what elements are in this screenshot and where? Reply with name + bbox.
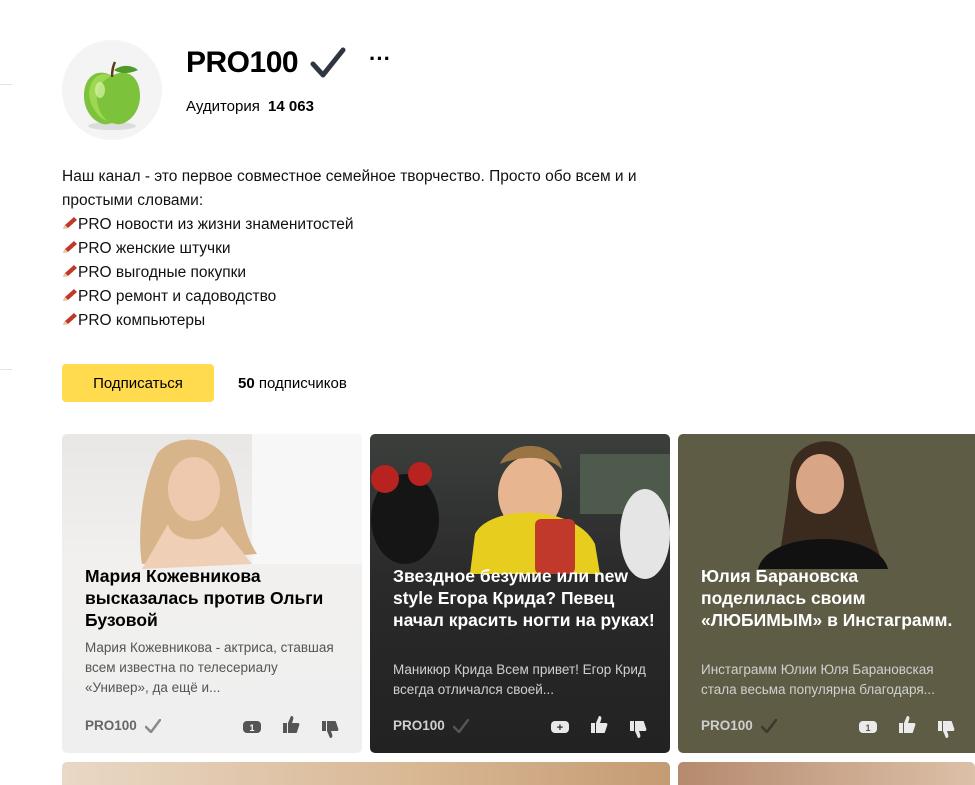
card-source[interactable]: PRO100 — [701, 718, 753, 733]
comments-count: 1 — [249, 723, 254, 733]
card-snippet: Мария Кожевникова - актриса, ставшая все… — [85, 640, 334, 695]
description-item: PRO новости из жизни знаменитостей — [62, 213, 672, 237]
like-icon[interactable] — [589, 714, 609, 734]
comments-count: + — [557, 722, 563, 734]
channel-title: PRO100 — [186, 46, 299, 79]
channel-avatar[interactable] — [62, 40, 162, 140]
verified-check-icon — [453, 719, 469, 733]
comments-count: 1 — [865, 723, 870, 733]
verified-check-icon — [310, 47, 346, 78]
verified-check-icon — [145, 719, 161, 733]
card-snippet: Инстаграмм Юлии Юля Барановская стала ве… — [701, 662, 935, 697]
comments-icon[interactable]: 1 — [858, 720, 878, 734]
subscribers-count: 50 подписчиков — [238, 374, 347, 394]
card-footer: PRO100 + — [393, 714, 652, 738]
article-card[interactable]: Мария Кожевникова высказалась против Оль… — [62, 434, 362, 753]
audience-label: Аудитория — [186, 98, 260, 115]
edge-divider — [0, 84, 12, 85]
verified-check-icon — [761, 719, 777, 733]
comments-icon[interactable]: + — [550, 720, 570, 734]
card-source[interactable]: PRO100 — [85, 718, 137, 733]
pencil-icon — [63, 313, 77, 325]
card-source[interactable]: PRO100 — [393, 718, 445, 733]
card-title[interactable]: Юлия Барановска поделилась своим «ЛЮБИМЫ… — [701, 565, 963, 631]
card-footer: PRO100 1 — [85, 714, 344, 738]
like-icon[interactable] — [281, 714, 301, 734]
dislike-icon[interactable] — [320, 720, 340, 740]
pencil-icon — [63, 241, 77, 253]
card-footer: PRO100 1 — [701, 714, 957, 738]
channel-description: Наш канал - это первое совместное семейн… — [62, 165, 672, 333]
audience-value: 14 063 — [268, 98, 314, 115]
subscribers-number: 50 — [238, 375, 255, 392]
card-title[interactable]: Звездное безумие или new style Егора Кри… — [393, 565, 655, 631]
pencil-icon — [63, 217, 77, 229]
subscribers-label: подписчиков — [258, 375, 347, 392]
article-card-partial[interactable] — [678, 762, 975, 785]
audience-stat: Аудитория 14 063 — [186, 97, 314, 117]
description-item: PRO женские штучки — [62, 237, 672, 261]
dislike-icon[interactable] — [628, 720, 648, 740]
dislike-icon[interactable] — [936, 720, 956, 740]
article-card-partial[interactable] — [62, 762, 670, 785]
article-card[interactable]: Юлия Барановска поделилась своим «ЛЮБИМЫ… — [678, 434, 975, 753]
like-icon[interactable] — [897, 714, 917, 734]
more-options-button[interactable]: ··· — [368, 48, 392, 76]
description-item: PRO компьютеры — [62, 309, 672, 333]
card-title[interactable]: Мария Кожевникова высказалась против Оль… — [85, 565, 347, 631]
subscribe-button[interactable]: Подписаться — [62, 364, 214, 402]
card-snippet: Маникюр Крида Всем привет! Егор Крид все… — [393, 662, 646, 697]
description-item: PRO выгодные покупки — [62, 261, 672, 285]
apple-logo-icon — [84, 61, 140, 130]
description-item: PRO ремонт и садоводство — [62, 285, 672, 309]
pencil-icon — [63, 289, 77, 301]
description-intro: Наш канал - это первое совместное семейн… — [62, 168, 637, 209]
pencil-icon — [63, 265, 77, 277]
article-card[interactable]: Звездное безумие или new style Егора Кри… — [370, 434, 670, 753]
edge-divider — [0, 369, 12, 370]
comments-icon[interactable]: 1 — [242, 720, 262, 734]
